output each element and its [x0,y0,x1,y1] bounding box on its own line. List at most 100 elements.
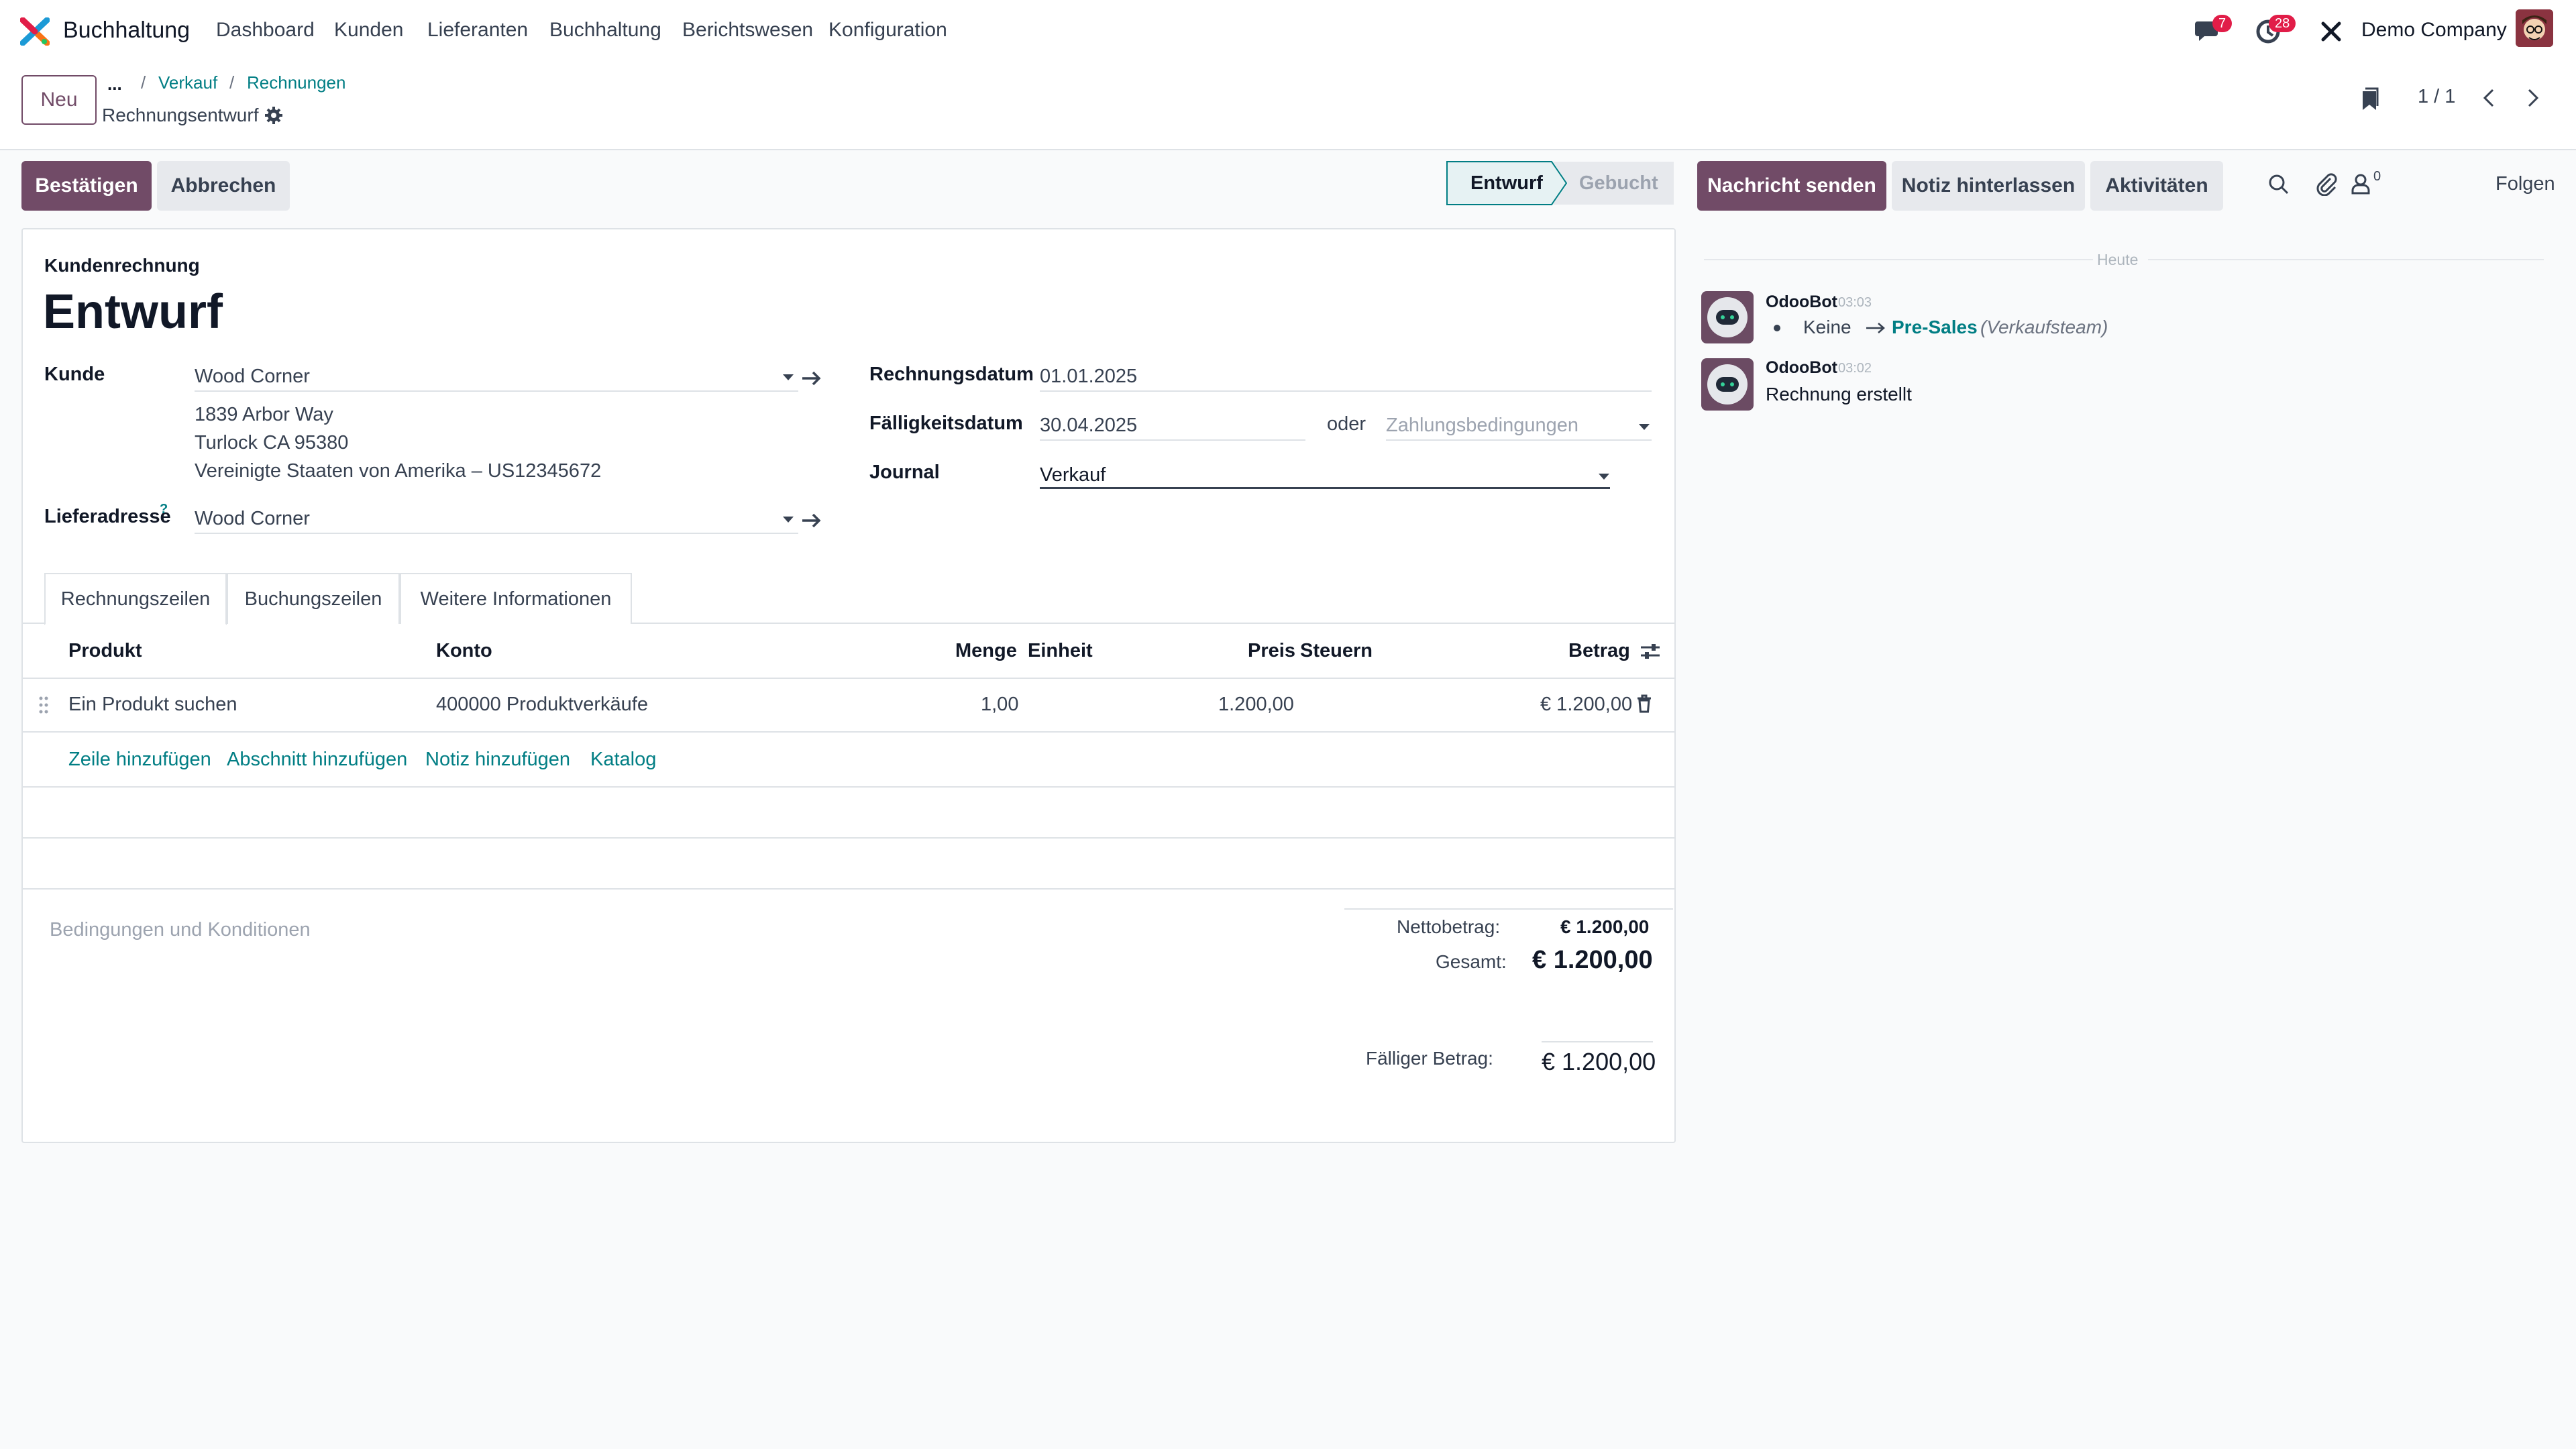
menu-buchhaltung[interactable]: Buchhaltung [549,19,661,42]
message-author[interactable]: OdooBot [1766,292,1837,312]
app-name[interactable]: Buchhaltung [63,17,190,44]
day-separator: Heute [2097,251,2139,268]
day-separator-line [2148,259,2544,260]
paperclip-icon[interactable] [2314,172,2337,196]
add-section-link[interactable]: Abschnitt hinzufügen [227,749,407,771]
line-product-cell[interactable]: Ein Produkt suchen [68,694,237,716]
bullet-icon [1774,325,1780,331]
arrow-right-icon [1865,321,1886,335]
menu-lieferanten[interactable]: Lieferanten [427,19,528,42]
gear-icon[interactable] [264,106,283,125]
menu-dashboard[interactable]: Dashboard [216,19,315,42]
new-button[interactable]: Neu [21,75,97,125]
breadcrumb-verkauf[interactable]: Verkauf [158,72,217,93]
optional-columns-icon[interactable] [1640,641,1661,661]
column-header-taxes[interactable]: Steuern [1300,640,1373,662]
invoice-date-field[interactable]: 01.01.2025 [1040,366,1137,388]
confirm-button[interactable]: Bestätigen [21,161,152,211]
pager-value[interactable]: 1 / 1 [2418,86,2455,108]
due-date-underline [1040,439,1305,441]
payment-terms-field[interactable]: Zahlungsbedingungen [1386,415,1578,437]
search-icon[interactable] [2267,173,2290,196]
customer-label: Kunde [44,364,105,385]
log-note-button[interactable]: Notiz hinterlassen [1892,161,2085,211]
customer-address-line2: Turlock CA 95380 [195,432,349,453]
delivery-dropdown-icon[interactable] [781,511,796,526]
tools-icon[interactable] [2320,20,2343,43]
odoobot-avatar[interactable] [1701,291,1754,343]
line-account-cell[interactable]: 400000 Produktverkäufe [436,694,648,716]
menu-konfiguration[interactable]: Konfiguration [828,19,947,42]
column-header-price[interactable]: Preis [1248,640,1295,662]
invoice-name: Entwurf [43,285,223,339]
add-note-link[interactable]: Notiz hinzufügen [425,749,570,771]
drag-handle-icon[interactable] [38,695,50,715]
odoobot-avatar[interactable] [1701,358,1754,411]
company-switcher[interactable]: Demo Company [2361,19,2507,42]
message-body: Rechnung erstellt [1766,384,1912,405]
activities-button[interactable]: Aktivitäten [2090,161,2223,211]
customer-field[interactable]: Wood Corner [195,366,310,388]
control-panel [0,62,2576,150]
table-row-divider [21,731,1676,733]
message-author[interactable]: OdooBot [1766,358,1837,378]
bookmark-icon[interactable] [2360,87,2380,113]
delivery-address-field[interactable]: Wood Corner [195,508,310,530]
cancel-button[interactable]: Abbrechen [157,161,290,211]
customer-address-line3: Vereinigte Staaten von Amerika – US12345… [195,460,602,482]
column-header-product[interactable]: Produkt [68,640,142,662]
tab-other-info[interactable]: Weitere Informationen [400,573,632,624]
invoice-date-underline [1040,390,1652,392]
breadcrumb-rechnungen[interactable]: Rechnungen [247,72,345,93]
status-posted[interactable]: Gebucht [1579,172,1658,195]
column-header-quantity[interactable]: Menge [955,640,1017,662]
breadcrumb-separator: / [141,72,146,93]
send-message-button[interactable]: Nachricht senden [1697,161,1886,211]
message-time: 03:03 [1838,295,1872,310]
followers-count: 0 [2373,169,2381,184]
tracking-new-value: Pre-Sales [1892,317,1978,337]
journal-field[interactable]: Verkauf [1040,464,1106,486]
terms-and-conditions-field[interactable]: Bedingungen und Konditionen [50,919,311,941]
add-line-link[interactable]: Zeile hinzufügen [68,749,211,771]
column-header-account[interactable]: Konto [436,640,492,662]
customer-dropdown-icon[interactable] [781,369,796,384]
catalog-link[interactable]: Katalog [590,749,656,771]
invoice-date-label: Rechnungsdatum [869,364,1034,385]
delivery-address-label: Lieferadresse [44,506,171,527]
line-amount-cell: € 1.200,00 [1540,694,1633,715]
pager-next-icon[interactable] [2520,83,2546,113]
table-row-divider [21,837,1676,839]
followers-icon[interactable] [2351,173,2371,195]
delete-line-icon[interactable] [1635,694,1653,714]
follow-button[interactable]: Folgen [2496,173,2555,195]
status-draft[interactable]: Entwurf [1470,172,1543,195]
payment-terms-dropdown-icon[interactable] [1637,419,1652,433]
column-header-uom[interactable]: Einheit [1028,640,1093,662]
amount-due-border [1542,1041,1653,1042]
net-amount-label: Nettobetrag: [1397,916,1501,937]
total-value: € 1.200,00 [1532,946,1653,974]
journal-dropdown-icon[interactable] [1597,468,1611,483]
line-quantity-cell[interactable]: 1,00 [981,694,1018,716]
message-time: 03:02 [1838,361,1872,376]
breadcrumb-more-button[interactable]: ... [107,74,122,95]
due-date-field[interactable]: 30.04.2025 [1040,415,1137,437]
pager-previous-icon[interactable] [2477,83,2504,113]
delivery-help-icon[interactable]: ? [160,502,168,517]
menu-kunden[interactable]: Kunden [334,19,403,42]
delivery-open-record-icon[interactable] [801,511,822,530]
tab-invoice-lines[interactable]: Rechnungszeilen [44,573,227,625]
app-logo-icon[interactable] [20,17,50,46]
due-date-label: Fälligkeitsdatum [869,413,1023,434]
customer-open-record-icon[interactable] [801,369,822,388]
tab-journal-items[interactable]: Buchungszeilen [227,573,400,624]
column-header-amount[interactable]: Betrag [1568,640,1630,662]
move-type-label: Kundenrechnung [44,255,200,276]
amount-due-label: Fälliger Betrag: [1366,1048,1493,1069]
line-price-cell[interactable]: 1.200,00 [1218,694,1294,716]
breadcrumb-separator: / [229,72,235,93]
user-avatar[interactable] [2516,9,2553,47]
net-amount-value: € 1.200,00 [1560,916,1650,937]
menu-berichtswesen[interactable]: Berichtswesen [682,19,813,42]
